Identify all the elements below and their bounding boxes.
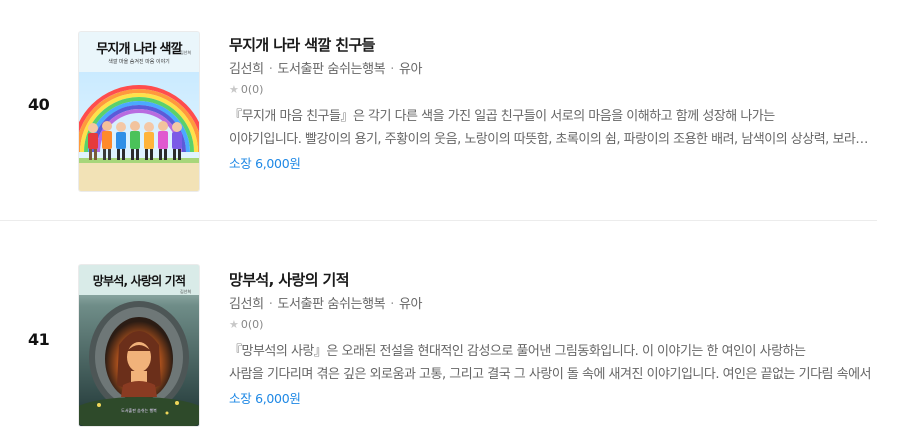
cover-subtitle: 색깔 마을 숨겨진 마음 이야기 [108,59,170,65]
star-icon: ★ [229,318,239,331]
book-list-item[interactable]: 40 무지개 나라 색깔 색깔 마을 숨겨진 마음 이야기 김선희 무지개 나라… [0,0,906,200]
book-meta: 김선희 · 도서출판 숨쉬는행복 · 유아 [229,296,889,313]
separator-dot: · [268,62,273,77]
description-line: 『망부석의 사랑』은 오래된 전설을 현대적인 감성으로 풀어낸 그림동화입니다… [229,344,806,359]
book-description: 『망부석의 사랑』은 오래된 전설을 현대적인 감성으로 풀어낸 그림동화입니다… [229,340,875,386]
book-cover[interactable]: 망부석, 사랑의 기적 김선희 도서출판 숨쉬는 행복 [79,265,199,426]
publisher-link[interactable]: 도서출판 숨쉬는행복 [277,62,385,77]
separator-dot: · [390,297,394,312]
book-cover[interactable]: 무지개 나라 색깔 색깔 마을 숨겨진 마음 이야기 김선희 [79,32,199,191]
book-title[interactable]: 망부석, 사랑의 기적 [229,270,889,290]
book-title[interactable]: 무지개 나라 색깔 친구들 [229,35,889,55]
publisher-link[interactable]: 도서출판 숨쉬는행복 [277,297,385,312]
separator-dot: · [268,297,273,312]
book-info: 망부석, 사랑의 기적 김선희 · 도서출판 숨쉬는행복 · 유아 ★ 0(0) 『망부… [229,270,889,408]
author-link[interactable]: 김선희 [229,297,264,312]
cover-author: 김선희 [179,50,191,55]
book-meta: 김선희 · 도서출판 숨쉬는행복 · 유아 [229,61,889,78]
price-label: 소장 6,000원 [229,156,301,171]
rank-number: 41 [28,330,50,349]
cover-author: 김선희 [179,289,191,294]
description-line: 사람을 기다리며 겪은 깊은 외로움과 고통, 그리고 결국 그 사랑이 돌 속… [229,367,872,382]
book-description: 『무지개 마음 친구들』은 각기 다른 색을 가진 일곱 친구들이 서로의 마음… [229,105,875,151]
rating: ★ 0(0) [229,82,889,97]
separator-dot: · [390,62,394,77]
rating-value: 0(0) [240,83,264,96]
book-info: 무지개 나라 색깔 친구들 김선희 · 도서출판 숨쉬는행복 · 유아 ★ 0(0) 『… [229,35,889,173]
price-label: 소장 6,000원 [229,391,301,406]
rating: ★ 0(0) [229,317,889,332]
divider [0,220,877,221]
description-line: 『무지개 마음 친구들』은 각기 다른 색을 가진 일곱 친구들이 서로의 마음… [229,109,775,124]
cover-publisher: 도서출판 숨쉬는 행복 [121,408,157,413]
book-list-item[interactable]: 41 망부석, 사랑의 기적 김선희 도서출판 숨쉬는 행복 망부석, 사랑의 … [0,236,906,436]
category-label: 유아 [398,297,423,312]
author-link[interactable]: 김선희 [229,62,264,77]
star-icon: ★ [229,83,239,96]
rank-number: 40 [28,95,50,114]
category-label: 유아 [398,62,423,77]
cover-title: 망부석, 사랑의 기적 [92,274,186,288]
description-line: 이야기입니다. 빨강이의 용기, 주황이의 웃음, 노랑이의 따뜻함, 초록이의… [229,132,875,147]
rating-value: 0(0) [240,318,264,331]
